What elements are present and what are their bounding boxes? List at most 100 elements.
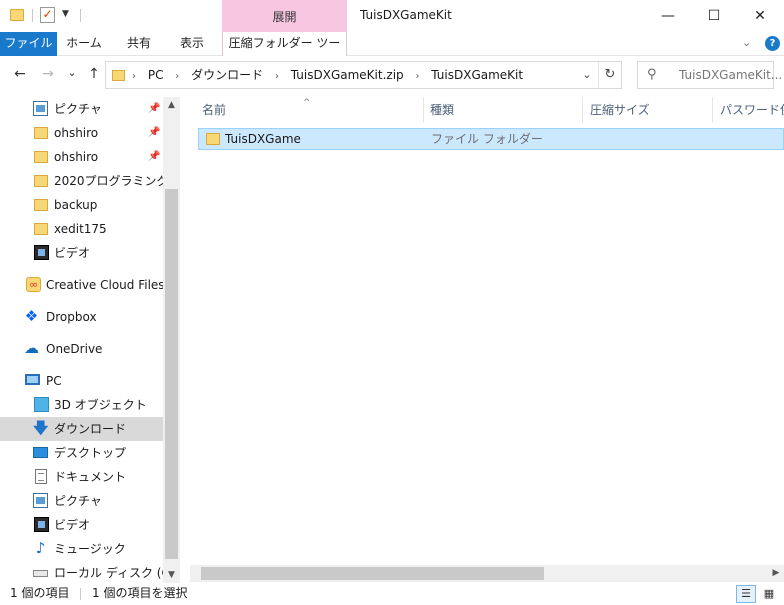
sidebar-item-xedit175[interactable]: xedit175 bbox=[0, 217, 163, 241]
tab-home[interactable]: ホーム bbox=[60, 32, 108, 56]
pin-icon: 📌 bbox=[148, 151, 161, 162]
sidebar-item-label: PC bbox=[46, 374, 62, 388]
sidebar-item-pictures[interactable]: ピクチャ bbox=[0, 489, 163, 513]
search-input[interactable]: TuisDXGameKit... bbox=[679, 68, 782, 82]
breadcrumb-zip[interactable]: TuisDXGameKit.zip bbox=[291, 68, 404, 82]
scrollbar-thumb[interactable] bbox=[165, 189, 178, 559]
large-icons-view-icon[interactable]: ▦ bbox=[759, 585, 779, 603]
sidebar-item-label: OneDrive bbox=[46, 342, 103, 356]
column-header-label: 名前 bbox=[202, 103, 227, 117]
file-list: 名前 ^ 種類 圧縮サイズ パスワード保... TuisDXGame ファイル … bbox=[190, 97, 784, 565]
sidebar-item-label: 2020プログラミング応用 bbox=[54, 174, 163, 188]
sidebar-item-label: Dropbox bbox=[46, 310, 97, 324]
navigation-pane: ピクチャ 📌 ohshiro 📌 ohshiro 📌 2020プログラミング応用… bbox=[0, 97, 180, 583]
quick-access-dropdown-icon[interactable]: ▼ bbox=[62, 9, 69, 19]
onedrive-icon: ☁ bbox=[24, 339, 39, 357]
sidebar-item-dropbox[interactable]: ❖ Dropbox bbox=[0, 305, 163, 329]
breadcrumb-downloads[interactable]: ダウンロード bbox=[191, 68, 263, 82]
details-view-icon[interactable]: ☰ bbox=[736, 585, 756, 603]
scroll-up-arrow-icon[interactable]: ▲ bbox=[163, 97, 180, 113]
search-icon: ⚲ bbox=[647, 67, 657, 82]
maximize-button[interactable]: ☐ bbox=[691, 0, 737, 32]
sidebar-item-backup[interactable]: backup bbox=[0, 193, 163, 217]
folder-icon bbox=[34, 175, 48, 187]
downloads-icon: 🡇 bbox=[33, 419, 49, 437]
breadcrumb-separator[interactable]: › bbox=[175, 71, 179, 82]
sidebar-item-label: ダウンロード bbox=[54, 422, 127, 436]
pin-icon: 📌 bbox=[148, 127, 161, 138]
search-box[interactable]: ⚲ TuisDXGameKit... bbox=[637, 61, 782, 89]
scrollbar-thumb[interactable] bbox=[201, 567, 544, 580]
sidebar-item-pictures-pinned[interactable]: ピクチャ 📌 bbox=[0, 97, 163, 121]
breadcrumb-separator[interactable]: › bbox=[275, 71, 279, 82]
sidebar-item-videos-pinned[interactable]: ビデオ bbox=[0, 241, 163, 265]
table-row[interactable]: TuisDXGame ファイル フォルダー bbox=[198, 128, 784, 150]
scroll-down-arrow-icon[interactable]: ▼ bbox=[163, 567, 180, 583]
sidebar-item-label: ohshiro bbox=[54, 150, 99, 164]
column-header-type[interactable]: 種類 bbox=[418, 97, 583, 123]
status-separator bbox=[80, 588, 81, 600]
sidebar-scrollbar[interactable]: ▲ ▼ bbox=[163, 97, 180, 583]
sidebar-item-label: ドキュメント bbox=[54, 470, 127, 484]
sidebar-item-ohshiro-2[interactable]: ohshiro 📌 bbox=[0, 145, 163, 169]
sidebar-item-label: ビデオ bbox=[54, 246, 91, 260]
tab-share[interactable]: 共有 bbox=[115, 32, 163, 56]
3d-objects-icon bbox=[34, 397, 49, 412]
creative-cloud-icon bbox=[26, 273, 41, 297]
breadcrumb-separator[interactable]: › bbox=[415, 71, 419, 82]
videos-icon bbox=[34, 517, 49, 532]
column-header-password[interactable]: パスワード保... bbox=[708, 97, 784, 123]
sidebar-item-2020-programming[interactable]: 2020プログラミング応用 bbox=[0, 169, 163, 193]
column-header-compressed-size[interactable]: 圧縮サイズ bbox=[578, 97, 713, 123]
pin-icon: 📌 bbox=[148, 103, 161, 114]
back-arrow-icon[interactable]: ← bbox=[10, 66, 30, 82]
file-type: ファイル フォルダー bbox=[431, 132, 543, 146]
sidebar-item-3d-objects[interactable]: 3D オブジェクト bbox=[0, 393, 163, 417]
up-arrow-icon[interactable]: ↑ bbox=[84, 66, 104, 82]
sidebar-item-music[interactable]: ♪ ミュージック bbox=[0, 537, 163, 561]
sidebar-item-pc[interactable]: PC bbox=[0, 369, 163, 393]
minimize-button[interactable]: — bbox=[645, 0, 691, 32]
close-button[interactable]: ✕ bbox=[737, 0, 783, 32]
ribbon-tabs: ファイル ホーム 共有 表示 圧縮フォルダー ツール ⌄ ? bbox=[0, 32, 784, 73]
sidebar-item-videos[interactable]: ビデオ bbox=[0, 513, 163, 537]
tab-file[interactable]: ファイル bbox=[0, 32, 57, 56]
help-icon[interactable]: ? bbox=[765, 36, 780, 51]
sidebar-item-local-disk-c[interactable]: ローカル ディスク (C:) bbox=[0, 561, 163, 583]
scroll-right-arrow-icon[interactable]: ▶ bbox=[768, 565, 784, 582]
quick-access-separator bbox=[80, 9, 81, 22]
breadcrumb-current-folder[interactable]: TuisDXGameKit bbox=[431, 68, 523, 82]
window-title: TuisDXGameKit bbox=[360, 8, 452, 22]
context-tab-group-extract[interactable]: 展開 bbox=[222, 0, 347, 32]
address-bar[interactable]: › PC › ダウンロード › TuisDXGameKit.zip › Tuis… bbox=[105, 61, 622, 89]
expand-ribbon-chevron-icon[interactable]: ⌄ bbox=[742, 36, 751, 49]
address-dropdown-icon[interactable]: ⌄ bbox=[576, 62, 598, 88]
recent-locations-chevron-icon[interactable]: ⌄ bbox=[62, 66, 82, 79]
file-list-horizontal-scrollbar[interactable]: ▶ bbox=[190, 565, 784, 582]
tab-compressed-folder-tools[interactable]: 圧縮フォルダー ツール bbox=[222, 32, 347, 73]
folder-icon bbox=[34, 151, 48, 163]
sidebar-item-ohshiro-1[interactable]: ohshiro 📌 bbox=[0, 121, 163, 145]
tab-view[interactable]: 表示 bbox=[168, 32, 216, 56]
column-header-name[interactable]: 名前 ^ bbox=[190, 97, 424, 123]
breadcrumb-pc[interactable]: PC bbox=[148, 68, 164, 82]
folder-icon bbox=[34, 127, 48, 139]
drive-icon bbox=[33, 570, 48, 577]
forward-arrow-icon[interactable]: → bbox=[38, 66, 58, 82]
sidebar-item-label: ohshiro bbox=[54, 126, 99, 140]
navigation-bar: ← → ⌄ ↑ › PC › ダウンロード › TuisDXGameKit.zi… bbox=[0, 57, 784, 93]
sidebar-item-downloads[interactable]: 🡇 ダウンロード bbox=[0, 417, 163, 441]
address-folder-icon bbox=[112, 70, 125, 81]
sidebar-item-creative-cloud[interactable]: Creative Cloud Files bbox=[0, 273, 163, 297]
title-bar: ✓ ▼ 展開 TuisDXGameKit — ☐ ✕ bbox=[0, 0, 784, 32]
file-name: TuisDXGame bbox=[225, 132, 301, 146]
sidebar-item-onedrive[interactable]: ☁ OneDrive bbox=[0, 337, 163, 361]
refresh-icon[interactable]: ↻ bbox=[598, 62, 621, 88]
sidebar-item-desktop[interactable]: デスクトップ bbox=[0, 441, 163, 465]
sidebar-item-documents[interactable]: ドキュメント bbox=[0, 465, 163, 489]
sidebar-item-label: ミュージック bbox=[54, 542, 126, 556]
properties-check-icon[interactable]: ✓ bbox=[40, 7, 55, 23]
pictures-icon bbox=[33, 493, 48, 508]
breadcrumb: › PC › ダウンロード › TuisDXGameKit.zip › Tuis… bbox=[132, 62, 531, 88]
dropbox-icon: ❖ bbox=[24, 307, 39, 325]
